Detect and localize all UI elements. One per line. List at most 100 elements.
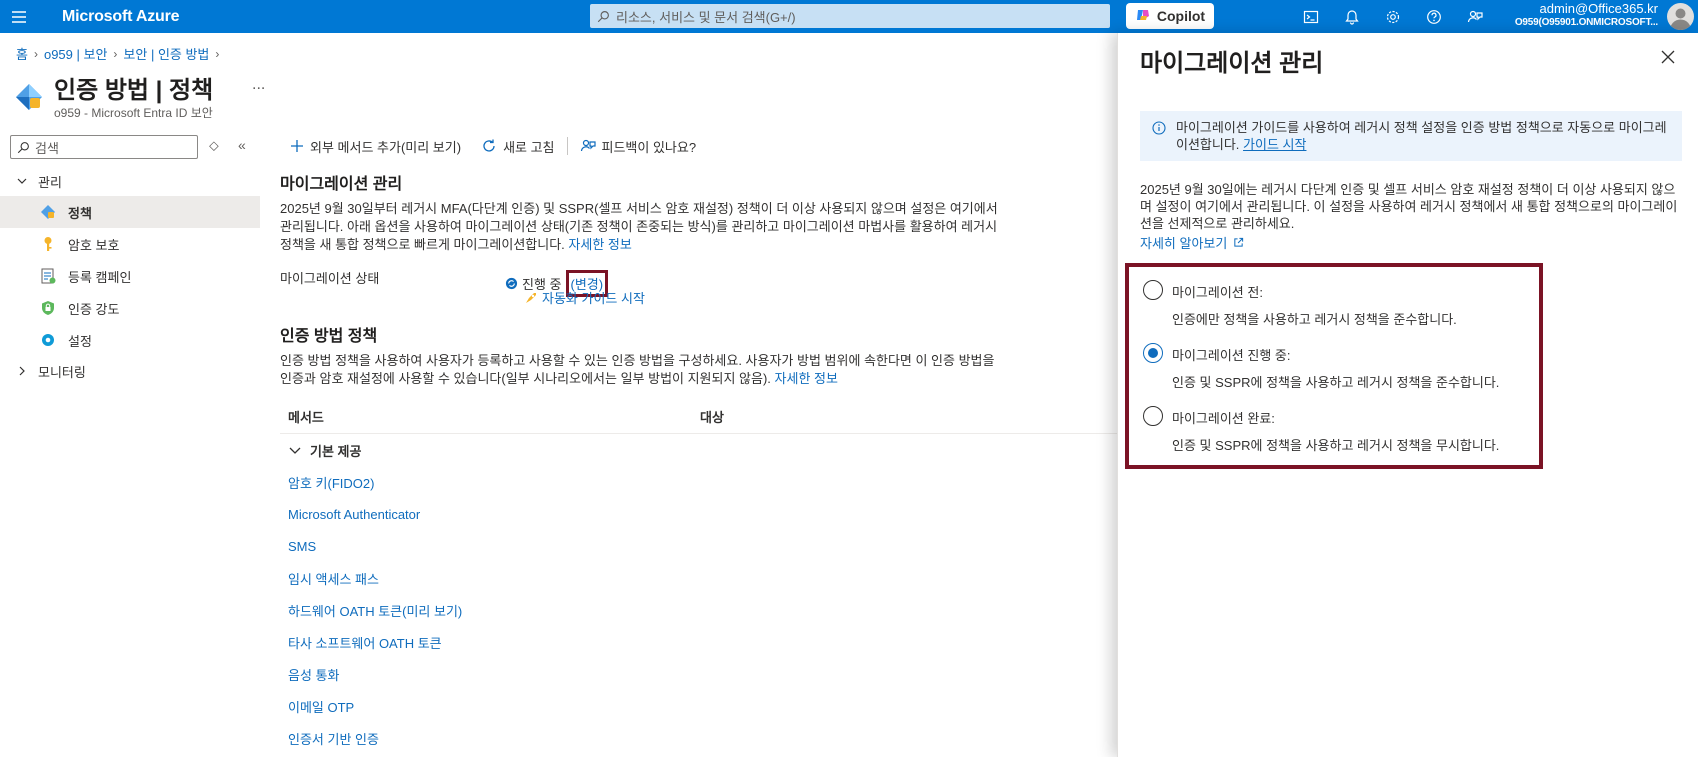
nav-group-label: 관리 — [38, 174, 62, 190]
method-link[interactable]: 임시 액세스 패스 — [288, 569, 379, 588]
refresh-button[interactable]: 새로 고침 — [471, 137, 564, 156]
feedback-button[interactable]: 피드백이 있나요? — [570, 137, 707, 156]
migration-learn-more-link[interactable]: 자세한 정보 — [568, 237, 631, 252]
breadcrumb-auth-methods[interactable]: 보안 | 인증 방법 — [123, 44, 209, 63]
nav-group-monitoring[interactable]: 모니터링 — [0, 356, 260, 386]
table-header: 메서드 대상 — [280, 400, 1120, 434]
top-icon-group — [1290, 0, 1495, 33]
sort-icon[interactable]: ⬦ — [209, 137, 219, 154]
method-link[interactable]: 음성 통화 — [288, 665, 339, 684]
table-row: 임시 액세스 패스 — [280, 562, 1120, 594]
gear-icon[interactable] — [1372, 0, 1413, 33]
method-link[interactable]: 암호 키(FIDO2) — [288, 473, 374, 492]
breadcrumb-security[interactable]: o959 | 보안 — [44, 44, 107, 63]
feedback-icon — [580, 139, 596, 152]
copilot-button[interactable]: Copilot — [1126, 3, 1214, 29]
sidebar-item-registration-campaign[interactable]: 등록 캠페인 — [0, 260, 260, 292]
command-bar: 외부 메서드 추가(미리 보기) 새로 고침 피드백이 있나요? — [280, 134, 706, 158]
option-label: 마이그레이션 전: — [1172, 285, 1263, 300]
campaign-icon — [40, 268, 56, 284]
method-link[interactable]: SMS — [288, 539, 316, 554]
rocket-icon — [526, 292, 536, 303]
account-user: admin@Office365.kr — [1539, 1, 1658, 16]
global-search-input[interactable]: 리소스, 서비스 및 문서 검색(G+/) — [590, 4, 1110, 28]
avatar[interactable] — [1667, 3, 1694, 30]
migration-status-label: 마이그레이션 상태 — [280, 271, 380, 286]
table-row: 이메일 OTP — [280, 690, 1120, 722]
panel-learn-more-link[interactable]: 자세히 알아보기 — [1140, 233, 1227, 252]
nav-search-placeholder: 검색 — [35, 140, 59, 156]
copilot-icon — [1135, 7, 1151, 26]
more-actions-icon[interactable]: ... — [252, 76, 265, 94]
auth-methods-icon — [14, 82, 44, 112]
sidebar-item-settings[interactable]: 설정 — [0, 324, 260, 356]
table-row: Microsoft Authenticator — [280, 498, 1120, 530]
breadcrumb: 홈 › o959 | 보안 › 보안 | 인증 방법 › — [16, 44, 219, 63]
sidebar-item-label: 암호 보호 — [68, 237, 120, 253]
close-icon[interactable] — [1658, 47, 1678, 67]
migration-heading: 마이그레이션 관리 — [280, 176, 403, 193]
migration-options-highlight: 마이그레이션 전: 인증에만 정책을 사용하고 레거시 정책을 준수합니다. 마… — [1125, 263, 1543, 469]
chevron-down-icon — [17, 178, 27, 184]
nav-group-label: 모니터링 — [38, 364, 86, 380]
method-link[interactable]: Microsoft Authenticator — [288, 507, 420, 522]
collapse-nav-icon[interactable]: « — [238, 137, 246, 153]
start-guide-link[interactable]: 가이드 시작 — [1243, 137, 1306, 152]
table-row: 하드웨어 OATH 토큰(미리 보기) — [280, 594, 1120, 626]
table-row: SMS — [280, 530, 1120, 562]
copilot-label: Copilot — [1156, 8, 1206, 24]
nav-search-input[interactable]: 검색 — [10, 135, 198, 159]
brand-title[interactable]: Microsoft Azure — [62, 8, 180, 26]
gear-icon — [40, 332, 56, 348]
toolbar-divider — [566, 137, 568, 155]
policy-icon — [40, 204, 56, 220]
info-message-bar: 마이그레이션 가이드를 사용하여 레거시 정책 설정을 인증 방법 정책으로 자… — [1140, 111, 1682, 161]
bell-icon[interactable] — [1331, 0, 1372, 33]
sidebar-item-password-protection[interactable]: 암호 보호 — [0, 228, 260, 260]
method-link[interactable]: 하드웨어 OATH 토큰(미리 보기) — [288, 601, 462, 620]
help-icon[interactable] — [1413, 0, 1454, 33]
panel-title: 마이그레이션 관리 — [1140, 50, 1324, 77]
table-row: 음성 통화 — [280, 658, 1120, 690]
search-icon — [11, 141, 35, 154]
sidebar-item-auth-strength[interactable]: 인증 강도 — [0, 292, 260, 324]
cloud-shell-icon[interactable] — [1290, 0, 1331, 33]
chevron-right-icon: › — [113, 46, 118, 61]
panel-description: 2025년 9월 30일에는 레거시 다단계 인증 및 셀프 서비스 암호 재설… — [1140, 182, 1678, 231]
lock-shield-icon — [40, 300, 56, 316]
hamburger-menu-icon[interactable] — [0, 0, 38, 33]
chevron-right-icon — [19, 366, 25, 376]
option-description: 인증 및 SSPR에 정책을 사용하고 레거시 정책을 무시합니다. — [1172, 438, 1500, 453]
method-link[interactable]: 타사 소프트웨어 OATH 토큰 — [288, 633, 442, 652]
radio-migration-in-progress[interactable] — [1143, 343, 1163, 363]
plus-icon — [291, 140, 303, 152]
sidebar-item-label: 등록 캠페인 — [68, 269, 132, 285]
search-icon — [590, 10, 616, 23]
automation-guide-row: 자동화 가이드 시작 — [524, 288, 645, 307]
col-method-header[interactable]: 메서드 — [280, 407, 700, 426]
page-title: 인증 방법 | 정책 — [54, 77, 214, 104]
top-bar: Microsoft Azure 리소스, 서비스 및 문서 검색(G+/) Co… — [0, 0, 1698, 33]
methods-table: 메서드 대상 기본 제공 암호 키(FIDO2) Microsoft Authe… — [280, 400, 1120, 754]
global-search-placeholder: 리소스, 서비스 및 문서 검색(G+/) — [616, 9, 796, 25]
add-external-method-button[interactable]: 외부 메서드 추가(미리 보기) — [280, 137, 471, 156]
account-info[interactable]: admin@Office365.kr O959(O95901.ONMICROSO… — [1515, 2, 1658, 30]
policy-learn-more-link[interactable]: 자세한 정보 — [775, 371, 838, 386]
breadcrumb-home[interactable]: 홈 — [16, 44, 28, 63]
col-target-header[interactable]: 대상 — [700, 407, 724, 426]
sidebar-item-label: 정책 — [68, 205, 92, 221]
radio-pre-migration[interactable] — [1143, 280, 1163, 300]
external-link-icon — [1234, 237, 1244, 247]
table-group-builtin[interactable]: 기본 제공 — [280, 434, 1120, 466]
feedback-icon[interactable] — [1454, 0, 1495, 33]
automation-guide-link[interactable]: 자동화 가이드 시작 — [542, 288, 645, 307]
chevron-down-icon — [289, 447, 301, 454]
method-link[interactable]: 이메일 OTP — [288, 697, 354, 716]
radio-migration-complete[interactable] — [1143, 406, 1163, 426]
nav-group-manage[interactable]: 관리 — [0, 166, 260, 196]
option-description: 인증에만 정책을 사용하고 레거시 정책을 준수합니다. — [1172, 312, 1457, 327]
sidebar-item-policy[interactable]: 정책 — [0, 196, 260, 228]
chevron-right-icon: › — [215, 46, 220, 61]
refresh-icon — [483, 139, 495, 152]
method-link[interactable]: 인증서 기반 인증 — [288, 729, 379, 748]
